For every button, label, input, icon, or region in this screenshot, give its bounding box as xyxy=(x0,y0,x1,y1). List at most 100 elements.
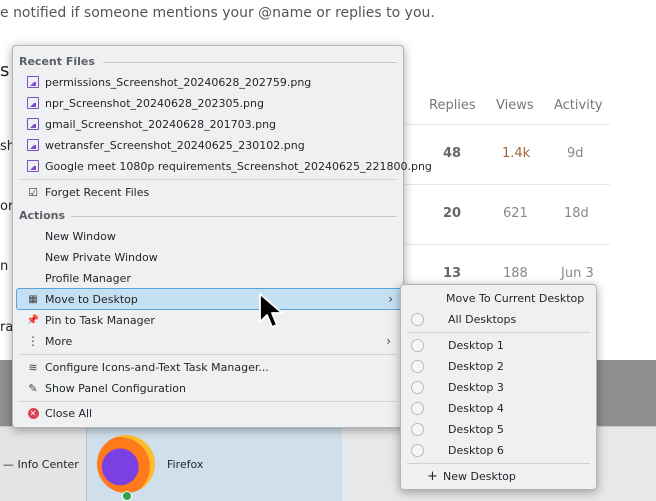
recent-file-item[interactable]: permissions_Screenshot_20240628_202759.p… xyxy=(19,72,399,92)
row-divider xyxy=(402,184,610,185)
more-vertical-icon: ⋮ xyxy=(27,334,39,348)
desktop-label: Desktop 3 xyxy=(448,380,504,394)
column-replies[interactable]: Replies xyxy=(429,98,476,113)
move-to-desktop-label: Move to Desktop xyxy=(45,292,138,306)
views-count: 1.4k xyxy=(502,146,531,161)
desktop-item[interactable]: Desktop 4 xyxy=(407,398,590,418)
plus-icon: + xyxy=(427,468,438,484)
submenu-arrow-icon: › xyxy=(388,292,393,306)
row-divider xyxy=(402,244,610,245)
image-file-icon xyxy=(25,116,41,132)
radio-button-icon xyxy=(411,401,424,415)
profile-manager-item[interactable]: Profile Manager xyxy=(19,268,399,288)
column-activity[interactable]: Activity xyxy=(554,98,603,113)
desktop-item[interactable]: Desktop 6 xyxy=(407,440,590,460)
section-divider xyxy=(71,216,397,217)
recent-file-item[interactable]: gmail_Screenshot_20240628_201703.png xyxy=(19,114,399,134)
pin-label: Pin to Task Manager xyxy=(45,313,155,327)
configure-task-manager-item[interactable]: ≋ Configure Icons-and-Text Task Manager.… xyxy=(19,357,399,377)
menu-separator xyxy=(19,401,397,402)
recent-file-item[interactable]: wetransfer_Screenshot_20240625_230102.pn… xyxy=(19,135,399,155)
desktop-label: Desktop 4 xyxy=(448,401,504,415)
close-all-item[interactable]: ✕ Close All xyxy=(19,403,399,423)
new-window-item[interactable]: New Window xyxy=(19,226,399,246)
mouse-pointer-icon xyxy=(259,293,283,328)
desktop-grid-icon: ▦ xyxy=(28,293,38,305)
desktop-item[interactable]: Desktop 3 xyxy=(407,377,590,397)
section-divider xyxy=(103,62,397,63)
new-desktop-label: New Desktop xyxy=(443,469,516,483)
topic-title-fragment[interactable]: n xyxy=(0,259,8,274)
configure-sliders-icon: ≋ xyxy=(28,360,38,374)
menu-separator xyxy=(407,332,590,333)
move-to-desktop-item[interactable]: ▦ Move to Desktop › xyxy=(16,288,402,310)
replies-count: 13 xyxy=(443,266,462,281)
recent-file-label: Google meet 1080p requirements_Screensho… xyxy=(45,159,432,173)
radio-button-icon xyxy=(411,380,424,394)
new-private-window-label: New Private Window xyxy=(45,250,158,264)
profile-manager-label: Profile Manager xyxy=(45,271,131,285)
notification-notice: e notified if someone mentions your @nam… xyxy=(0,5,435,21)
menu-separator xyxy=(19,179,397,180)
close-circle-icon: ✕ xyxy=(25,405,41,421)
show-panel-label: Show Panel Configuration xyxy=(45,381,186,395)
recent-file-label: npr_Screenshot_20240628_202305.png xyxy=(45,96,264,110)
more-item[interactable]: ⋮ More › xyxy=(19,331,399,351)
pin-icon: 📌 xyxy=(26,314,40,326)
edit-pencil-icon: ✎ xyxy=(28,381,38,395)
radio-button-icon xyxy=(411,422,424,436)
submenu-arrow-icon: › xyxy=(386,334,391,348)
task-firefox[interactable]: Firefox xyxy=(86,427,342,501)
views-count: 621 xyxy=(503,206,528,221)
radio-button-icon xyxy=(411,359,424,373)
radio-button-icon xyxy=(411,338,424,352)
row-divider xyxy=(402,124,610,125)
new-window-label: New Window xyxy=(45,229,116,243)
desktop-item[interactable]: Desktop 1 xyxy=(407,335,590,355)
move-to-current-desktop-item[interactable]: Move To Current Desktop xyxy=(407,288,590,308)
menu-separator xyxy=(19,354,397,355)
task-info-center[interactable]: — Info Center xyxy=(0,427,85,501)
activity-time[interactable]: Jun 3 xyxy=(561,266,594,281)
forget-icon: ☑ xyxy=(28,185,38,199)
more-label: More xyxy=(45,334,73,348)
configure-label: Configure Icons-and-Text Task Manager... xyxy=(45,360,269,374)
desktop-label: Desktop 1 xyxy=(448,338,504,352)
recent-file-label: wetransfer_Screenshot_20240625_230102.pn… xyxy=(45,138,305,152)
radio-button-icon xyxy=(411,443,424,457)
recent-file-item[interactable]: npr_Screenshot_20240628_202305.png xyxy=(19,93,399,113)
desktop-label: Desktop 5 xyxy=(448,422,504,436)
replies-count: 20 xyxy=(443,206,462,221)
pin-to-task-manager-item[interactable]: 📌 Pin to Task Manager xyxy=(19,310,399,330)
image-file-icon xyxy=(25,74,41,90)
recent-file-label: gmail_Screenshot_20240628_201703.png xyxy=(45,117,277,131)
task-context-menu: Recent Files permissions_Screenshot_2024… xyxy=(12,45,432,428)
desktop-label: Desktop 6 xyxy=(448,443,504,457)
new-private-window-item[interactable]: New Private Window xyxy=(19,247,399,267)
close-all-label: Close All xyxy=(45,406,93,420)
new-desktop-item[interactable]: + New Desktop xyxy=(407,466,590,486)
actions-heading: Actions xyxy=(19,209,65,222)
column-views[interactable]: Views xyxy=(496,98,534,113)
forget-recent-files-label: Forget Recent Files xyxy=(45,185,150,199)
image-file-icon xyxy=(25,95,41,111)
views-count: 188 xyxy=(503,266,528,281)
desktop-item[interactable]: Desktop 2 xyxy=(407,356,590,376)
all-desktops-item[interactable]: All Desktops xyxy=(407,309,590,329)
activity-time[interactable]: 9d xyxy=(567,146,584,161)
move-to-desktop-submenu: Move To Current Desktop All Desktops Des… xyxy=(400,284,597,490)
desktop-item[interactable]: Desktop 5 xyxy=(407,419,590,439)
section-heading-fragment: s xyxy=(0,60,10,81)
forget-recent-files-item[interactable]: ☑ Forget Recent Files xyxy=(19,182,399,202)
all-desktops-label: All Desktops xyxy=(448,312,517,326)
recent-files-heading: Recent Files xyxy=(19,55,95,68)
radio-button-icon xyxy=(411,312,424,326)
activity-time[interactable]: 18d xyxy=(564,206,589,221)
recent-file-item[interactable]: Google meet 1080p requirements_Screensho… xyxy=(19,156,432,176)
recent-file-label: permissions_Screenshot_20240628_202759.p… xyxy=(45,75,312,89)
show-panel-configuration-item[interactable]: ✎ Show Panel Configuration xyxy=(19,378,399,398)
replies-count: 48 xyxy=(443,146,462,161)
firefox-icon xyxy=(97,435,155,493)
task-firefox-label: Firefox xyxy=(167,458,204,471)
desktop-label: Desktop 2 xyxy=(448,359,504,373)
